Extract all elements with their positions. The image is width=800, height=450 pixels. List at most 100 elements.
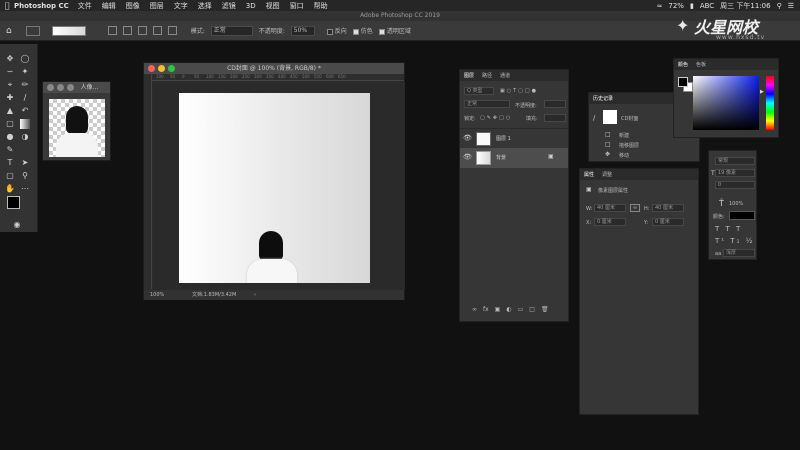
thumb-window[interactable]: 人像... — [42, 81, 111, 161]
lasso-tool-icon[interactable]: ∽ — [5, 67, 15, 77]
menu-select[interactable]: 选择 — [198, 1, 212, 11]
gradient-tool-icon[interactable] — [20, 119, 30, 129]
blend-mode-select[interactable]: 正常 — [464, 100, 510, 108]
tab-layers[interactable]: 图层 — [464, 72, 474, 79]
horizontal-ruler[interactable]: 100 50 0 50 100 150 200 250 300 350 400 … — [152, 74, 404, 81]
brush-tool-icon[interactable]: ∕ — [20, 93, 30, 103]
menu-app-name[interactable]: Photoshop CC — [14, 2, 69, 10]
pen-tool-icon[interactable]: ✎ — [5, 145, 15, 155]
w-field[interactable]: 40 厘米 — [594, 204, 626, 212]
history-brush-icon[interactable]: ↶ — [20, 106, 30, 116]
reverse-checkbox[interactable]: 反向 — [326, 26, 347, 35]
eraser-tool-icon[interactable]: ▢ — [5, 119, 15, 129]
gradient-preview[interactable] — [51, 25, 86, 36]
healing-tool-icon[interactable]: ✚ — [5, 93, 15, 103]
gradient-linear-icon[interactable] — [107, 26, 117, 35]
status-arrow-icon[interactable]: › — [254, 290, 256, 300]
gradient-diamond-icon[interactable] — [167, 26, 177, 35]
quick-mask-icon[interactable]: ◉ — [12, 220, 22, 230]
tracking-field[interactable]: 0 — [715, 181, 755, 189]
document-canvas[interactable] — [179, 93, 370, 283]
blur-tool-icon[interactable]: ● — [5, 132, 15, 142]
dither-checkbox[interactable]: 仿色 — [352, 26, 373, 35]
scale-value[interactable]: 100% — [729, 201, 743, 207]
layer-name[interactable]: 图层 1 — [496, 135, 511, 142]
snapshot-name[interactable]: CD封面 — [621, 115, 638, 122]
fg-color-swatch[interactable] — [678, 77, 688, 87]
history-brush-icon[interactable]: ∕ — [593, 114, 595, 122]
text-color-swatch[interactable] — [729, 211, 755, 220]
layer-filter-icons[interactable]: ▣○T▢□● — [500, 88, 538, 94]
menu-help[interactable]: 帮助 — [314, 1, 328, 11]
mask-icon[interactable]: ▣ — [495, 306, 501, 313]
hue-slider-thumb-icon[interactable]: ▶ — [760, 89, 764, 95]
h-field[interactable]: 40 厘米 — [652, 204, 684, 212]
menu-window[interactable]: 窗口 — [290, 1, 304, 11]
shape-tool-icon[interactable]: ▢ — [5, 171, 15, 181]
history-item[interactable]: 新建 — [619, 132, 629, 139]
move-tool-icon[interactable]: ✥ — [5, 54, 15, 64]
wifi-icon[interactable]: ≈ — [657, 2, 663, 10]
tab-properties[interactable]: 属性 — [584, 171, 594, 178]
adjustment-icon[interactable]: ◐ — [506, 306, 511, 313]
thumb-window-titlebar[interactable]: 人像... — [43, 82, 110, 93]
tab-color[interactable]: 颜色 — [678, 61, 688, 68]
transparency-checkbox[interactable]: 透明区域 — [378, 26, 411, 35]
tab-swatches[interactable]: 色板 — [696, 61, 706, 68]
hue-slider[interactable] — [766, 76, 774, 130]
close-icon[interactable] — [148, 65, 155, 72]
layer-opacity-field[interactable] — [544, 100, 566, 108]
layer-row-selected[interactable]: 👁 背景 ▣ — [460, 148, 568, 168]
more-tools-icon[interactable]: ⋯ — [20, 184, 30, 194]
marquee-tool-icon[interactable]: ◯ — [20, 54, 30, 64]
fx-icon[interactable]: fx — [483, 306, 489, 313]
stamp-tool-icon[interactable]: ▲ — [5, 106, 15, 116]
folder-icon[interactable]: ▭ — [518, 306, 524, 313]
history-item[interactable]: 拖移图层 — [619, 142, 639, 149]
minimize-icon[interactable] — [57, 84, 64, 91]
menu-clock[interactable]: 周三 下午11:06 — [720, 1, 770, 11]
new-layer-icon[interactable]: □ — [529, 306, 535, 313]
history-item[interactable]: 移动 — [619, 152, 629, 159]
fill-field[interactable] — [544, 114, 566, 122]
link-icon[interactable]: ∞ — [630, 204, 640, 212]
tab-history[interactable]: 历史记录 — [593, 95, 613, 102]
home-icon[interactable]: ⌂ — [6, 26, 12, 36]
foreground-color[interactable] — [7, 196, 20, 209]
gradient-angle-icon[interactable] — [137, 26, 147, 35]
path-select-tool-icon[interactable]: ➤ — [20, 158, 30, 168]
crop-tool-icon[interactable]: ⌖ — [5, 80, 15, 90]
link-icon[interactable]: ∞ — [472, 306, 477, 313]
lock-icons[interactable]: ▢✎✥□○ — [480, 115, 512, 121]
battery-icon[interactable]: ▮ — [690, 2, 694, 10]
menu-edit[interactable]: 编辑 — [102, 1, 116, 11]
text-style-icons-2[interactable]: T¹ T₁ ½ — [715, 237, 754, 245]
document-window[interactable]: CD封面 @ 100% (背景, RGB/8) * 100 50 0 50 10… — [143, 62, 405, 300]
lock-icon[interactable]: ▣ — [548, 153, 554, 160]
mode-select[interactable]: 正常 — [210, 25, 253, 36]
layer-filter-select[interactable]: Q 类型 — [464, 87, 494, 95]
menu-view[interactable]: 视图 — [266, 1, 280, 11]
dodge-tool-icon[interactable]: ◑ — [20, 132, 30, 142]
y-field[interactable]: 0 厘米 — [652, 218, 684, 226]
list-icon[interactable]: ☰ — [788, 2, 794, 10]
menu-3d[interactable]: 3D — [246, 2, 256, 10]
hand-tool-icon[interactable]: ✋ — [5, 184, 15, 194]
visibility-eye-icon[interactable]: 👁 — [463, 153, 472, 161]
menu-filter[interactable]: 滤镜 — [222, 1, 236, 11]
zoom-tool-icon[interactable]: ⚲ — [20, 171, 30, 181]
search-icon[interactable]: ⚲ — [777, 2, 782, 10]
eyedropper-tool-icon[interactable]: ✏ — [20, 80, 30, 90]
text-style-icons[interactable]: T T T — [715, 225, 742, 233]
gradient-radial-icon[interactable] — [122, 26, 132, 35]
close-icon[interactable] — [47, 84, 54, 91]
document-titlebar[interactable]: CD封面 @ 100% (背景, RGB/8) * — [144, 63, 404, 74]
menu-image[interactable]: 图像 — [126, 1, 140, 11]
layer-row[interactable]: 👁 图层 1 — [460, 128, 568, 148]
vertical-ruler[interactable] — [144, 74, 152, 289]
menu-file[interactable]: 文件 — [78, 1, 92, 11]
tool-preset-icon[interactable] — [25, 25, 40, 36]
layer-name[interactable]: 背景 — [496, 154, 506, 161]
zoom-icon[interactable] — [67, 84, 74, 91]
tab-paths[interactable]: 路径 — [482, 72, 492, 79]
